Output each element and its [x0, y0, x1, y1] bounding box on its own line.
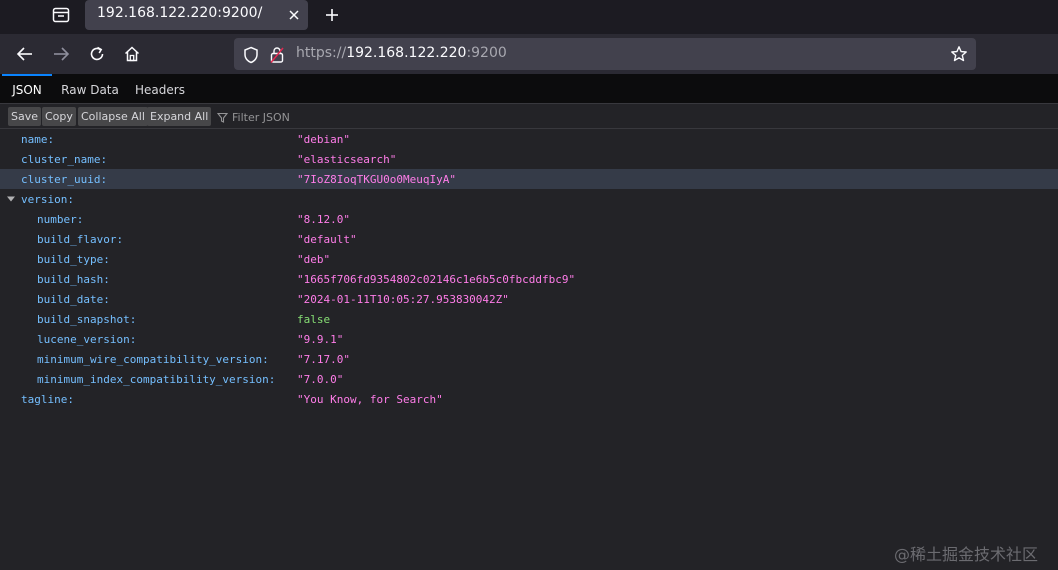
- tab-strip: 192.168.122.220:9200/: [0, 0, 1058, 34]
- copy-button[interactable]: Copy: [42, 107, 76, 126]
- json-row-build-flavor[interactable]: build_flavor: "default": [0, 229, 1058, 249]
- forward-button[interactable]: [49, 42, 73, 66]
- tracking-protection-button[interactable]: [242, 46, 260, 64]
- json-key: cluster_name:: [21, 153, 108, 166]
- url-port: :9200: [466, 45, 507, 61]
- tab-title: 192.168.122.220:9200/: [97, 5, 263, 21]
- reload-button[interactable]: [85, 42, 109, 66]
- tab-list-button[interactable]: [44, 2, 78, 28]
- tab-close-button[interactable]: [285, 6, 303, 24]
- filter-json-input[interactable]: Filter JSON: [217, 109, 290, 125]
- json-key: number:: [37, 213, 84, 226]
- filter-icon: [217, 112, 228, 123]
- tab-headers[interactable]: Headers: [129, 74, 191, 104]
- collapse-all-button[interactable]: Collapse All: [78, 107, 148, 126]
- lock-icon: [270, 47, 284, 63]
- save-button[interactable]: Save: [8, 107, 42, 126]
- json-row-cluster-uuid[interactable]: cluster_uuid: "7IoZ8IoqTKGU0o0MeuqIyA": [0, 169, 1058, 189]
- json-row-number[interactable]: number: "8.12.0": [0, 209, 1058, 229]
- json-row-cluster-name[interactable]: cluster_name: "elasticsearch": [0, 149, 1058, 169]
- json-key: minimum_wire_compatibility_version:: [37, 353, 269, 366]
- plus-icon: [326, 9, 338, 21]
- json-row-build-date[interactable]: build_date: "2024-01-11T10:05:27.9538300…: [0, 289, 1058, 309]
- json-key: build_date:: [37, 293, 110, 306]
- json-key: build_flavor:: [37, 233, 124, 246]
- filter-placeholder: Filter JSON: [232, 110, 290, 124]
- json-toolbar: Save Copy Collapse All Expand All Filter…: [0, 104, 1058, 129]
- json-value: "2024-01-11T10:05:27.953830042Z": [297, 293, 509, 306]
- json-value: false: [297, 313, 331, 326]
- star-icon: [951, 46, 967, 62]
- json-value: "deb": [297, 253, 331, 266]
- tab-json[interactable]: JSON: [2, 74, 52, 104]
- watermark: @稀土掘金技术社区: [894, 545, 1039, 564]
- back-arrow-icon: [16, 47, 32, 61]
- json-value: "7.17.0": [297, 353, 350, 366]
- json-key: cluster_uuid:: [21, 173, 108, 186]
- url-text[interactable]: https://192.168.122.220:9200: [296, 45, 507, 61]
- json-value: "elasticsearch": [297, 153, 397, 166]
- home-icon: [124, 46, 140, 62]
- bookmark-button[interactable]: [950, 45, 968, 63]
- json-key: build_snapshot:: [37, 313, 137, 326]
- json-row-lucene-version[interactable]: lucene_version: "9.9.1": [0, 329, 1058, 349]
- shield-icon: [244, 46, 258, 64]
- expand-twisty-icon[interactable]: [7, 195, 15, 203]
- json-row-build-snapshot[interactable]: build_snapshot: false: [0, 309, 1058, 329]
- home-button[interactable]: [120, 42, 144, 66]
- forward-arrow-icon: [54, 47, 70, 61]
- json-value: "8.12.0": [297, 213, 350, 226]
- json-row-name[interactable]: name: "debian": [0, 129, 1058, 149]
- json-value: "7IoZ8IoqTKGU0o0MeuqIyA": [297, 173, 456, 186]
- address-bar[interactable]: https://192.168.122.220:9200: [234, 38, 976, 70]
- url-host: 192.168.122.220: [346, 45, 467, 61]
- reload-icon: [90, 46, 104, 61]
- navigation-bar: https://192.168.122.220:9200: [0, 34, 1058, 74]
- json-value: "9.9.1": [297, 333, 344, 346]
- site-info-button[interactable]: [268, 46, 286, 64]
- json-key: version:: [21, 193, 74, 206]
- json-key: name:: [21, 133, 55, 146]
- json-value: "1665f706fd9354802c02146c1e6b5c0fbcddfbc…: [297, 273, 576, 286]
- json-row-build-hash[interactable]: build_hash: "1665f706fd9354802c02146c1e6…: [0, 269, 1058, 289]
- browser-tab[interactable]: 192.168.122.220:9200/: [85, 0, 308, 30]
- json-row-build-type[interactable]: build_type: "deb": [0, 249, 1058, 269]
- json-row-min-index-version[interactable]: minimum_index_compatibility_version: "7.…: [0, 369, 1058, 389]
- new-tab-button[interactable]: [320, 3, 344, 27]
- viewer-tab-bar: JSON Raw Data Headers: [0, 74, 1058, 104]
- json-tree: name: "debian" cluster_name: "elasticsea…: [0, 129, 1058, 409]
- json-value: "default": [297, 233, 357, 246]
- back-button[interactable]: [13, 42, 37, 66]
- json-value: "You Know, for Search": [297, 393, 443, 406]
- close-icon: [289, 10, 299, 20]
- json-key: build_hash:: [37, 273, 110, 286]
- json-key: lucene_version:: [37, 333, 137, 346]
- tab-raw-data[interactable]: Raw Data: [57, 74, 123, 104]
- json-row-min-wire-version[interactable]: minimum_wire_compatibility_version: "7.1…: [0, 349, 1058, 369]
- json-value: "7.0.0": [297, 373, 344, 386]
- json-value: "debian": [297, 133, 350, 146]
- json-key: tagline:: [21, 393, 74, 406]
- json-row-version[interactable]: version:: [0, 189, 1058, 209]
- expand-all-button[interactable]: Expand All: [147, 107, 212, 126]
- tab-list-icon: [52, 7, 70, 23]
- json-row-tagline[interactable]: tagline: "You Know, for Search": [0, 389, 1058, 409]
- json-key: minimum_index_compatibility_version:: [37, 373, 276, 386]
- url-scheme: https://: [296, 45, 347, 61]
- json-key: build_type:: [37, 253, 110, 266]
